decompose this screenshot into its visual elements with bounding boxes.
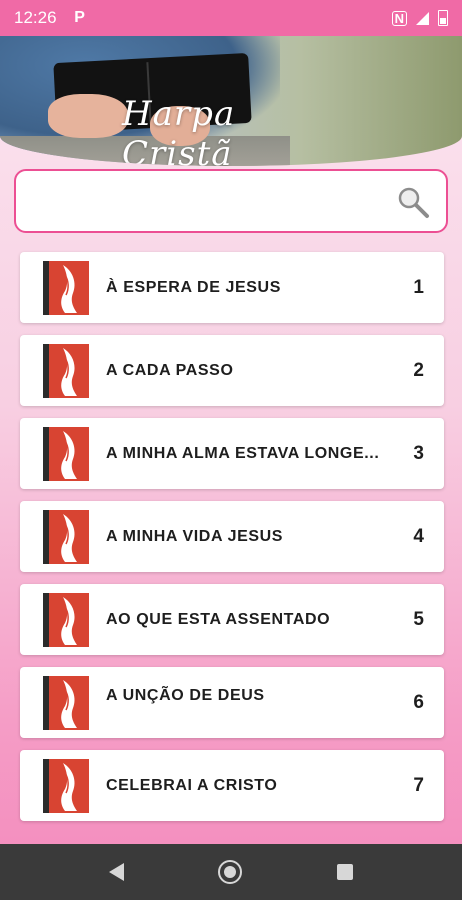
- harp-book-icon: [43, 593, 89, 647]
- harp-book-icon: [43, 427, 89, 481]
- home-icon[interactable]: [218, 860, 243, 884]
- hymn-number: 3: [413, 442, 424, 464]
- hymn-title: CELEBRAI A CRISTO: [106, 776, 278, 794]
- app-title: Harpa Cristã: [122, 94, 236, 166]
- hymn-list-item[interactable]: A MINHA ALMA ESTAVA LONGE... 3: [20, 418, 444, 489]
- hymn-title: A MINHA VIDA JESUS: [106, 527, 284, 545]
- hymn-title: A CADA PASSO: [106, 361, 234, 379]
- hymn-number: 5: [413, 608, 424, 630]
- hymn-number: 4: [413, 525, 424, 547]
- harp-book-icon: [43, 759, 89, 813]
- harp-book-icon: [43, 676, 89, 730]
- search-input[interactable]: [30, 183, 404, 223]
- status-time: 12:26: [14, 8, 57, 27]
- search-box: [14, 169, 448, 233]
- system-nav-bar: [0, 844, 462, 900]
- hymn-title: AO QUE ESTA ASSENTADO: [106, 610, 331, 628]
- recents-icon[interactable]: [336, 864, 353, 880]
- hymn-list-item[interactable]: CELEBRAI A CRISTO 7: [20, 750, 444, 821]
- hymn-title: À ESPERA DE JESUS: [106, 278, 281, 296]
- hymn-title: A MINHA ALMA ESTAVA LONGE...: [106, 444, 380, 462]
- signal-icon: [416, 11, 429, 25]
- header-banner: Harpa Cristã: [0, 36, 462, 166]
- hymn-list-item[interactable]: A MINHA VIDA JESUS 4: [20, 501, 444, 572]
- hymn-number: 6: [413, 691, 424, 713]
- hymn-list: À ESPERA DE JESUS 1 A CADA PASSO 2 A MIN…: [20, 252, 444, 833]
- search-icon[interactable]: [396, 185, 430, 219]
- hymn-list-item[interactable]: AO QUE ESTA ASSENTADO 5: [20, 584, 444, 655]
- hymn-list-item[interactable]: À ESPERA DE JESUS 1: [20, 252, 444, 323]
- header-photo-hand: [48, 94, 128, 138]
- hymn-number: 1: [413, 276, 424, 298]
- hymn-number: 7: [413, 774, 424, 796]
- status-bar: 12:26 P N: [0, 0, 462, 36]
- hymn-list-item[interactable]: A CADA PASSO 2: [20, 335, 444, 406]
- back-icon[interactable]: [109, 863, 125, 881]
- harp-book-icon: [43, 510, 89, 564]
- status-icons: N: [391, 10, 448, 26]
- hymn-number: 2: [413, 359, 424, 381]
- battery-icon: [438, 10, 448, 26]
- harp-book-icon: [43, 344, 89, 398]
- notification-app-icon: P: [74, 9, 85, 26]
- nfc-icon: N: [391, 10, 407, 26]
- hymn-list-item[interactable]: A UNÇÃO DE DEUS 6: [20, 667, 444, 738]
- harp-book-icon: [43, 261, 89, 315]
- hymn-title: A UNÇÃO DE DEUS: [106, 687, 265, 704]
